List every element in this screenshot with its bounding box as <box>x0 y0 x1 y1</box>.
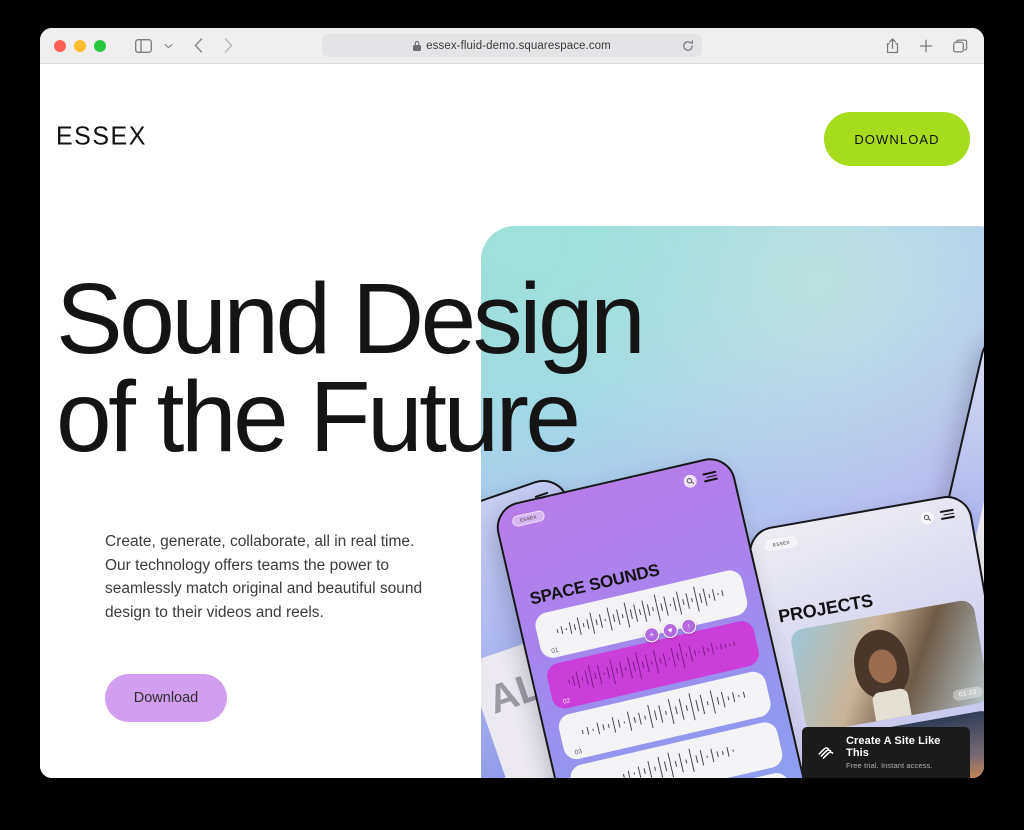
hero-body-copy: Create, generate, collaborate, all in re… <box>105 533 423 621</box>
sidebar-controls <box>130 34 176 58</box>
browser-toolbar: essex-fluid-demo.squarespace.com <box>40 28 984 64</box>
track-number: 01 <box>550 646 560 656</box>
url-text: essex-fluid-demo.squarespace.com <box>426 39 611 52</box>
track-number: 02 <box>562 697 572 706</box>
navigation-controls <box>188 34 238 58</box>
squarespace-badge-title: Create A Site Like This <box>846 735 941 759</box>
chevron-down-icon[interactable] <box>160 34 176 58</box>
new-tab-icon[interactable] <box>916 34 936 58</box>
browser-window: essex-fluid-demo.squarespace.com ESSEX D… <box>40 28 984 778</box>
close-window-button[interactable] <box>54 39 66 52</box>
nav-download-button[interactable]: DOWNLOAD <box>824 112 970 166</box>
phone-sounds-topbar: ESSEX <box>503 464 726 533</box>
phone-projects-brand-pill: ESSEX <box>764 535 799 552</box>
lock-icon <box>413 40 422 51</box>
site-logo[interactable]: ESSEX <box>56 121 147 151</box>
sidebar-toggle-icon[interactable] <box>130 34 156 58</box>
site-header: ESSEX DOWNLOAD <box>40 64 984 166</box>
back-button[interactable] <box>188 34 208 58</box>
menu-icon[interactable] <box>702 470 718 483</box>
hero-download-button[interactable]: Download <box>105 674 227 722</box>
squarespace-badge-text: Create A Site Like This Free trial. Inst… <box>846 735 957 770</box>
headline-line-1: Sound Design <box>56 263 646 375</box>
window-controls <box>54 39 106 52</box>
squarespace-logo-icon <box>815 742 837 764</box>
track-number: 03 <box>574 748 583 757</box>
share-icon[interactable] <box>882 34 902 58</box>
page-content: ESSEX DOWNLOAD ESSEX THEMES D F <box>40 64 984 778</box>
toolbar-right-actions <box>882 34 970 58</box>
address-bar[interactable]: essex-fluid-demo.squarespace.com <box>322 34 702 57</box>
phone-projects-topbar: ESSEX <box>757 503 963 557</box>
thumbnail-time-badge: 01:23 <box>952 685 984 702</box>
headline-line-2: of the Future <box>56 361 581 473</box>
squarespace-badge-subtitle: Free trial. Instant access. <box>846 761 933 770</box>
forward-button[interactable] <box>218 34 238 58</box>
phone-sounds-brand-pill: ESSEX <box>511 509 546 528</box>
reload-icon[interactable] <box>682 39 694 52</box>
search-icon[interactable] <box>919 510 935 526</box>
search-icon[interactable] <box>682 473 698 490</box>
squarespace-promo-badge[interactable]: Create A Site Like This Free trial. Inst… <box>802 727 970 778</box>
page-title: Sound Design of the Future <box>56 269 646 473</box>
tab-overview-icon[interactable] <box>950 34 970 58</box>
minimize-window-button[interactable] <box>74 39 86 52</box>
zoom-window-button[interactable] <box>94 39 106 52</box>
menu-icon[interactable] <box>939 508 955 520</box>
